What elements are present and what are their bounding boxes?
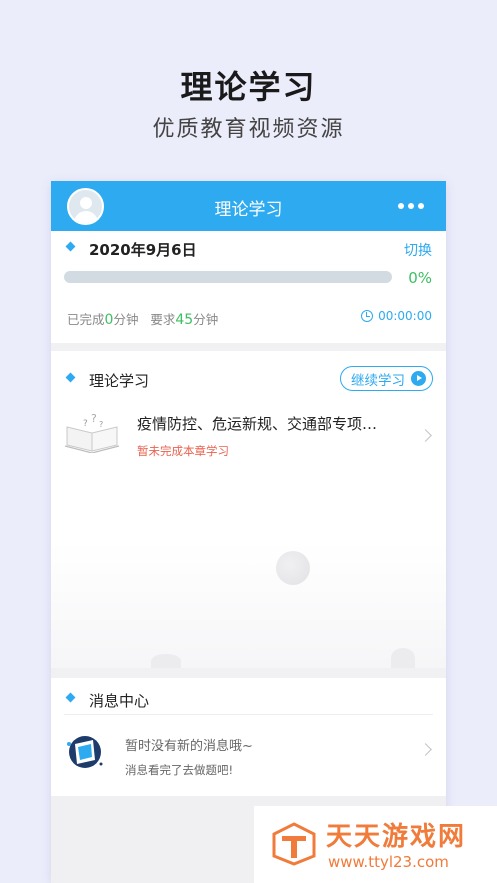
progress-percent: 0% <box>408 269 432 287</box>
svg-text:?: ? <box>99 420 103 429</box>
message-text: 暂时没有新的消息哦~ <box>125 739 253 754</box>
course-title[interactable]: 疫情防控、危运新规、交通部专项… <box>137 413 397 434</box>
required-value: 45 <box>175 312 194 328</box>
chevron-right-icon[interactable] <box>419 429 432 442</box>
study-date: 2020年9月6日 <box>89 241 197 259</box>
watermark: 天天游戏网 www.ttyl23.com <box>254 806 497 883</box>
required-unit: 分钟 <box>193 312 219 327</box>
chevron-right-icon[interactable] <box>419 743 432 756</box>
svg-text:?: ? <box>83 419 88 429</box>
svg-text:?: ? <box>91 413 97 425</box>
message-subtext: 消息看完了去做题吧! <box>125 763 234 777</box>
diamond-bullet-icon <box>65 241 76 252</box>
study-card: 理论学习 继续学习 ? ? ? 疫情防控、危运新规、交通部专项… 暂未完成本章学… <box>51 351 446 668</box>
study-stats: 已完成0分钟 要求45分钟 <box>67 309 218 328</box>
page-title: 理论学习 <box>214 200 283 220</box>
message-center-title: 消息中心 <box>89 692 150 710</box>
site-logo-icon <box>272 822 316 866</box>
progress-bar <box>64 271 392 283</box>
decorative-background <box>51 541 446 668</box>
hero-subtitle: 优质教育视频资源 <box>152 117 345 142</box>
message-icon <box>67 736 103 768</box>
study-timer: 00:00:00 <box>361 309 432 323</box>
diamond-bullet-icon <box>65 692 76 703</box>
dot <box>408 203 414 209</box>
play-icon <box>411 371 426 386</box>
clock-icon <box>361 310 374 322</box>
hill-decor <box>151 654 181 668</box>
switch-date-link[interactable]: 切换 <box>404 240 432 260</box>
progress-card: 2020年9月6日 切换 0% 已完成0分钟 要求45分钟 00:00:00 <box>51 231 446 343</box>
hill-decor <box>391 648 415 668</box>
dot <box>398 203 404 209</box>
completed-unit: 分钟 <box>113 312 139 327</box>
hero-title: 理论学习 <box>180 68 317 106</box>
timer-value: 00:00:00 <box>378 309 432 323</box>
open-book-icon: ? ? ? <box>64 413 120 453</box>
completed-label: 已完成 <box>67 312 105 327</box>
course-status: 暂未完成本章学习 <box>137 444 229 458</box>
continue-label: 继续学习 <box>351 372 405 389</box>
required-label: 要求 <box>150 312 176 327</box>
app-screen: 理论学习 2020年9月6日 切换 0% 已完成0分钟 要求45分钟 00:00… <box>51 181 446 883</box>
more-dots-icon[interactable] <box>398 203 424 209</box>
dot <box>418 203 424 209</box>
top-bar: 理论学习 <box>51 181 446 231</box>
continue-study-button[interactable]: 继续学习 <box>340 366 433 391</box>
section-title: 理论学习 <box>89 372 150 390</box>
watermark-name: 天天游戏网 <box>326 822 467 852</box>
watermark-url: www.ttyl23.com <box>328 853 449 871</box>
diamond-bullet-icon <box>65 372 76 383</box>
message-card: 消息中心 暂时没有新的消息哦~ 消息看完了去做题吧! <box>51 678 446 796</box>
moon-decor <box>276 551 310 585</box>
divider <box>64 714 433 715</box>
